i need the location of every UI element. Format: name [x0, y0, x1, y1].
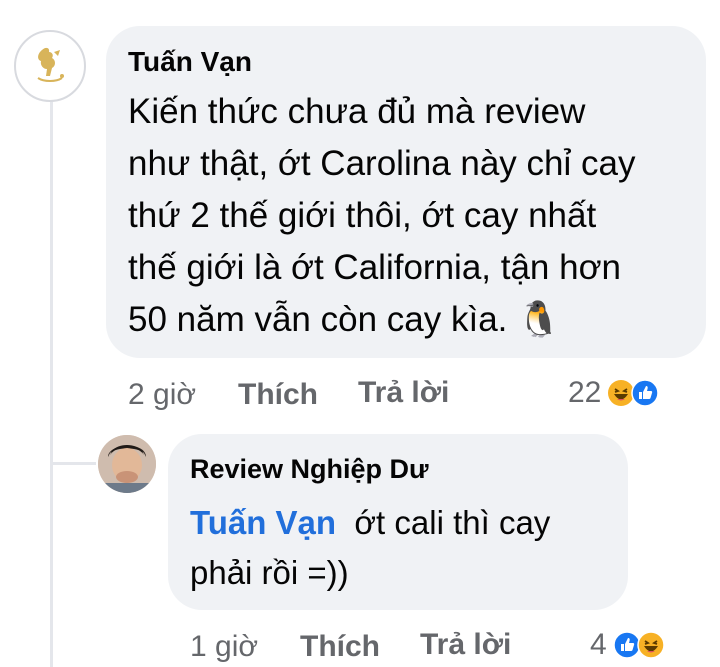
reply-reply-action[interactable]: Trả lời — [420, 628, 511, 662]
like-icon — [631, 379, 660, 407]
avatar[interactable] — [98, 435, 156, 493]
reply-button[interactable]: Trả lời — [420, 628, 511, 661]
comment-author[interactable]: Tuấn Vạn — [128, 46, 252, 78]
like-button[interactable]: Thích — [300, 630, 380, 663]
reply-text-fragment: ớt cali thì cay — [354, 504, 551, 541]
penguin-emoji: 🐧 — [517, 300, 561, 339]
like-button[interactable]: Thích — [238, 378, 318, 411]
reaction-count: 22 — [568, 376, 602, 409]
haha-icon — [636, 631, 665, 659]
comment-line-last: 50 năm vẫn còn cay kìa. 🐧 — [128, 294, 688, 346]
reply-like-action[interactable]: Thích — [300, 630, 380, 664]
avatar[interactable] — [14, 30, 86, 102]
liver-bird-logo-icon — [37, 47, 64, 82]
comment-line: thế giới là ớt California, tận hơn — [128, 248, 621, 287]
mention-link[interactable]: Tuấn Vạn — [190, 504, 336, 541]
reply-button[interactable]: Trả lời — [358, 376, 449, 409]
reply-line-2: phải rồi =)) — [190, 554, 349, 591]
comment-reply-action[interactable]: Trả lời — [358, 376, 449, 410]
reply-bubble: Review Nghiệp Dư Tuấn Vạn ớt cali thì ca… — [168, 434, 628, 610]
comment-line: Kiến thức chưa đủ mà review — [128, 92, 586, 131]
comment-timestamp[interactable]: 2 giờ — [128, 378, 196, 411]
reply-line-1: Tuấn Vạn ớt cali thì cay — [190, 498, 620, 548]
comment-meta: 2 giờ — [128, 378, 196, 412]
reply-meta: 1 giờ — [190, 630, 258, 664]
reply-reactions[interactable]: 4 — [590, 628, 665, 662]
comment-line: 50 năm vẫn còn cay kìa. — [128, 300, 508, 339]
comment-line: như thật, ớt Carolina này chỉ cay — [128, 144, 636, 183]
reply-connector-line — [50, 462, 96, 465]
reply-timestamp[interactable]: 1 giờ — [190, 630, 258, 663]
thread-line — [50, 96, 53, 667]
comment-text: Kiến thức chưa đủ mà review như thật, ớt… — [128, 86, 688, 346]
user-photo-icon — [98, 435, 156, 493]
reply-text: Tuấn Vạn ớt cali thì cay phải rồi =)) — [190, 498, 620, 598]
comment-reactions[interactable]: 22 — [568, 376, 660, 410]
reaction-count: 4 — [590, 628, 607, 661]
comment-line: thứ 2 thế giới thôi, ớt cay nhất — [128, 196, 597, 235]
comment-like-action[interactable]: Thích — [238, 378, 318, 412]
comment-bubble: Tuấn Vạn Kiến thức chưa đủ mà review như… — [106, 26, 706, 358]
reply-author[interactable]: Review Nghiệp Dư — [190, 454, 429, 485]
